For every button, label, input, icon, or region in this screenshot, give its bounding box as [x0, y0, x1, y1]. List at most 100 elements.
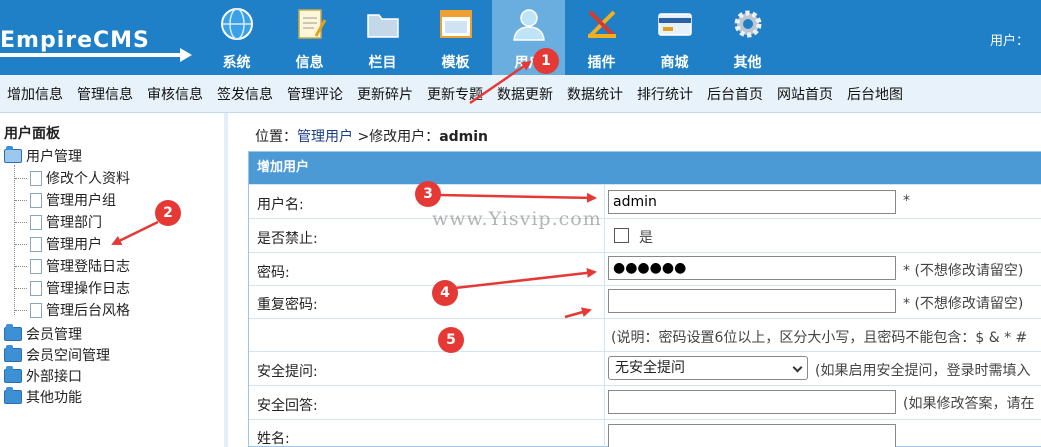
security-question-select[interactable]: 无安全提问	[608, 356, 808, 380]
breadcrumb-manage-users-link[interactable]: 管理用户	[297, 129, 353, 145]
breadcrumb-prefix: 位置：	[255, 129, 297, 145]
toolbar-ranking-stats[interactable]: 排行统计	[630, 84, 700, 104]
security-question-label: 安全提问:	[257, 364, 318, 380]
nav-column[interactable]: 栏目	[346, 0, 419, 75]
item-label: 管理操作日志	[46, 281, 130, 297]
security-answer-hint: (如果修改答案，请在	[903, 396, 1035, 412]
sidebar-item-operation-logs[interactable]: 管理操作日志	[30, 278, 130, 298]
sidebar-group-members[interactable]: 会员管理	[4, 324, 82, 344]
tree-branch	[15, 178, 27, 179]
username-label: 用户名:	[257, 197, 304, 213]
tools-icon	[588, 10, 616, 38]
nav-label: 商城	[660, 55, 689, 71]
row-username: 用户名: *	[249, 184, 1041, 218]
breadcrumb-current: admin	[439, 129, 489, 145]
required-mark: *	[903, 193, 910, 209]
logo-text: EmpireCMS	[0, 28, 150, 53]
nav-other[interactable]: 其他	[711, 0, 784, 75]
sidebar-item-edit-profile[interactable]: 修改个人资料	[30, 168, 130, 188]
page-icon	[30, 170, 42, 186]
username-input[interactable]	[608, 190, 896, 214]
sidebar-group-user-manage[interactable]: 用户管理	[4, 146, 82, 166]
step-badge-4: 4	[432, 280, 458, 306]
tree-branch	[15, 200, 27, 201]
security-answer-input[interactable]	[608, 390, 896, 414]
nav-shop[interactable]: 商城	[638, 0, 711, 75]
toolbar-update-topics[interactable]: 更新专题	[420, 84, 490, 104]
toolbar-admin-map[interactable]: 后台地图	[840, 84, 910, 104]
security-answer-label: 安全回答:	[257, 398, 318, 414]
nav-info[interactable]: 信息	[273, 0, 346, 75]
toolbar-add-info[interactable]: 增加信息	[0, 84, 70, 104]
item-label: 管理用户组	[46, 193, 116, 209]
logo-arrow	[180, 48, 192, 62]
top-header: EmpireCMS 系统 信息 栏目 模板 用户 插件 商城 其他 用户：	[0, 0, 1041, 75]
sidebar-title: 用户面板	[4, 126, 60, 142]
row-password: 密码: * (不想修改请留空)	[249, 252, 1041, 285]
notepad-icon	[298, 9, 327, 39]
page-icon	[30, 280, 42, 296]
disable-checkbox[interactable]	[614, 228, 629, 243]
sidebar-group-external-api[interactable]: 外部接口	[4, 366, 82, 386]
tree-branch	[15, 222, 27, 223]
disable-option-label: 是	[639, 230, 653, 246]
nav-template[interactable]: 模板	[419, 0, 492, 75]
item-label: 管理登陆日志	[46, 259, 130, 275]
repeat-password-hint: * (不想修改请留空)	[903, 296, 1024, 312]
toolbar-site-home[interactable]: 网站首页	[770, 84, 840, 104]
password-hint: * (不想修改请留空)	[903, 263, 1024, 279]
tree-branch	[15, 266, 27, 267]
item-label: 管理后台风格	[46, 303, 130, 319]
row-disable: 是否禁止: 是	[249, 218, 1041, 252]
repeat-password-input[interactable]	[608, 289, 896, 313]
toolbar-manage-comments[interactable]: 管理评论	[280, 84, 350, 104]
breadcrumb-separator: >修改用户：	[353, 129, 440, 145]
toolbar-admin-home[interactable]: 后台首页	[700, 84, 770, 104]
password-input[interactable]	[608, 256, 896, 280]
name-input[interactable]	[608, 424, 896, 447]
folder-open-icon	[4, 146, 22, 163]
page-icon	[30, 302, 42, 318]
nav-label: 模板	[441, 55, 470, 71]
chevron-down-icon	[792, 362, 803, 373]
toolbar-data-stats[interactable]: 数据统计	[560, 84, 630, 104]
group-label: 外部接口	[26, 369, 82, 385]
step-badge-2: 2	[155, 200, 181, 226]
sidebar-item-manage-users[interactable]: 管理用户	[30, 234, 102, 254]
name-label: 姓名:	[257, 431, 290, 447]
sidebar-item-admin-style[interactable]: 管理后台风格	[30, 300, 130, 320]
sidebar-item-login-logs[interactable]: 管理登陆日志	[30, 256, 130, 276]
page-icon	[30, 236, 42, 252]
item-label: 管理用户	[46, 237, 102, 253]
folder-icon	[367, 14, 399, 38]
nav-plugin[interactable]: 插件	[565, 0, 638, 75]
sidebar-item-user-groups[interactable]: 管理用户组	[30, 190, 116, 210]
sidebar-group-other[interactable]: 其他功能	[4, 387, 82, 407]
toolbar-review-info[interactable]: 审核信息	[140, 84, 210, 104]
edit-user-form: 增加用户 用户名: * 是否禁止: 是 密码: * (不想修改请留空) 重复密码…	[248, 151, 1041, 447]
group-label: 会员管理	[26, 327, 82, 343]
toolbar-data-update[interactable]: 数据更新	[490, 84, 560, 104]
row-note: (说明：密码设置6位以上，区分大小写，且密码不能包含：$ & * #	[249, 318, 1041, 351]
page-icon	[30, 258, 42, 274]
group-label: 会员空间管理	[26, 348, 110, 364]
form-title: 增加用户	[249, 152, 1041, 184]
group-label: 其他功能	[26, 390, 82, 406]
sidebar-group-member-space[interactable]: 会员空间管理	[4, 345, 110, 365]
toolbar-sign-info[interactable]: 签发信息	[210, 84, 280, 104]
step-badge-5: 5	[438, 327, 464, 353]
sidebar: 用户面板 用户管理 修改个人资料 管理用户组 管理部门 管理用户 管理登陆日志 …	[0, 113, 228, 447]
password-rule-note: (说明：密码设置6位以上，区分大小写，且密码不能包含：$ & * #	[611, 330, 1028, 346]
quick-toolbar: 增加信息 管理信息 审核信息 签发信息 管理评论 更新碎片 更新专题 数据更新 …	[0, 75, 1041, 113]
toolbar-update-fragments[interactable]: 更新碎片	[350, 84, 420, 104]
nav-system[interactable]: 系统	[200, 0, 273, 75]
select-value: 无安全提问	[615, 360, 685, 376]
sidebar-item-departments[interactable]: 管理部门	[30, 212, 102, 232]
security-question-hint: (如果启用安全提问，登录时需填入	[815, 363, 1031, 379]
nav-label: 栏目	[368, 55, 397, 71]
folder-icon	[4, 387, 22, 404]
gear-icon	[734, 10, 762, 38]
user-icon	[513, 9, 545, 41]
page-icon	[30, 214, 42, 230]
toolbar-manage-info[interactable]: 管理信息	[70, 84, 140, 104]
